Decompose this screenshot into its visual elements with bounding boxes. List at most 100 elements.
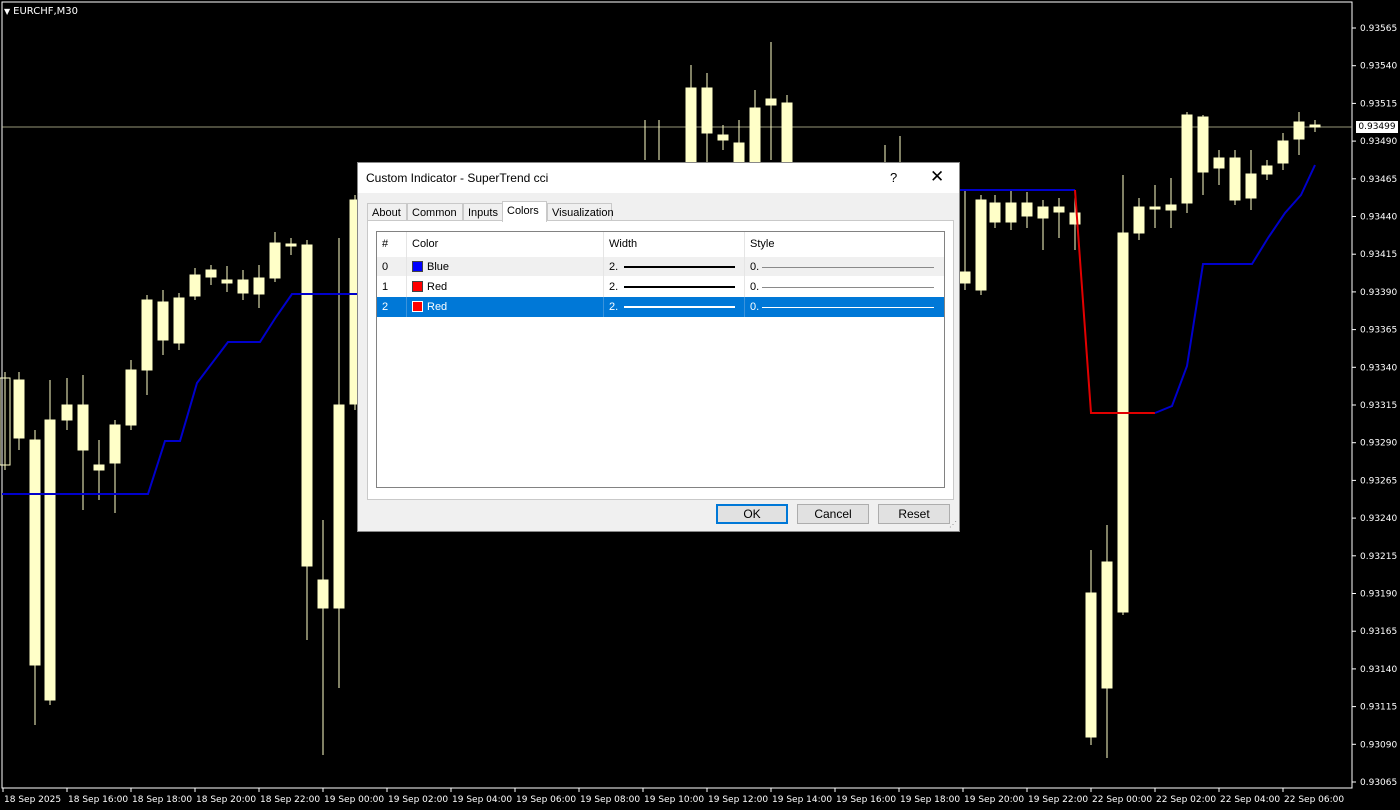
candle-body <box>44 419 56 701</box>
price-axis-label: 0.93515 <box>1360 99 1397 109</box>
time-axis-label: 18 Sep 18:00 <box>132 795 192 805</box>
close-icon[interactable]: ✕ <box>930 167 944 187</box>
candle-body <box>1149 206 1161 210</box>
time-axis-label: 18 Sep 16:00 <box>68 795 128 805</box>
symbol-label[interactable]: ▼ EURCHF,M30 <box>4 6 78 17</box>
candle-body <box>733 142 745 163</box>
time-axis-label: 18 Sep 2025 <box>4 795 61 805</box>
tab-colors[interactable]: Colors <box>502 201 547 222</box>
candle-body <box>157 301 169 341</box>
ok-button[interactable]: OK <box>716 504 788 524</box>
time-axis-label: 19 Sep 20:00 <box>964 795 1024 805</box>
candle-body <box>109 424 121 464</box>
style-line-preview <box>762 267 934 268</box>
dialog-title: Custom Indicator - SuperTrend cci <box>366 171 549 185</box>
candle-body <box>1133 206 1145 234</box>
candle-body <box>1165 204 1177 211</box>
width-cell[interactable]: 2. <box>604 297 745 317</box>
column-header-style[interactable]: Style <box>745 232 944 257</box>
price-axis-label: 0.93065 <box>1360 778 1397 788</box>
candle-body <box>1021 202 1033 217</box>
candle-body <box>1005 202 1017 223</box>
style-cell[interactable]: 0. <box>745 297 944 317</box>
width-value: 2. <box>609 301 619 313</box>
price-axis-label: 0.93365 <box>1360 326 1397 336</box>
candle-body <box>1085 592 1097 738</box>
candle-body <box>141 299 153 371</box>
time-axis-label: 22 Sep 02:00 <box>1156 795 1216 805</box>
candle-body <box>1101 561 1113 689</box>
candle-body <box>253 277 265 295</box>
width-value: 2. <box>609 281 619 293</box>
help-button[interactable]: ? <box>890 170 897 185</box>
candle-body <box>13 379 25 439</box>
time-axis-label: 19 Sep 10:00 <box>644 795 704 805</box>
resize-grip-icon[interactable]: ⋰ <box>949 521 957 529</box>
width-cell[interactable]: 2. <box>604 257 745 277</box>
style-cell[interactable]: 0. <box>745 257 944 277</box>
column-header-index[interactable]: # <box>377 232 407 257</box>
style-value: 0. <box>750 281 760 293</box>
color-name: Red <box>427 281 448 293</box>
color-cell[interactable]: Red <box>407 297 604 317</box>
color-swatch <box>412 281 423 292</box>
time-axis-label: 22 Sep 04:00 <box>1220 795 1280 805</box>
time-axis-label: 19 Sep 02:00 <box>388 795 448 805</box>
current-price-tag: 0.93499 <box>1356 121 1398 133</box>
candle-body <box>333 404 345 609</box>
cancel-button[interactable]: Cancel <box>797 504 869 524</box>
style-line-preview <box>762 287 934 288</box>
candle-body <box>959 271 971 284</box>
price-axis-label: 0.93115 <box>1360 703 1397 713</box>
price-axis-label: 0.93315 <box>1360 401 1397 411</box>
dialog-title-bar[interactable]: Custom Indicator - SuperTrend cci ? ✕ <box>358 163 959 193</box>
table-row[interactable]: 1 Red 2. 0. <box>377 277 944 297</box>
style-value: 0. <box>750 301 760 313</box>
table-row[interactable]: 0 Blue 2. 0. <box>377 257 944 277</box>
color-swatch <box>412 261 423 272</box>
price-axis-label: 0.93240 <box>1360 514 1397 524</box>
candle-body <box>1229 157 1241 201</box>
tab-inputs[interactable]: Inputs <box>463 203 503 221</box>
price-axis-label: 0.93340 <box>1360 363 1397 373</box>
price-axis-label: 0.93440 <box>1360 213 1397 223</box>
candle-body <box>61 404 73 421</box>
candle-body <box>77 404 89 451</box>
price-axis-label: 0.93140 <box>1360 665 1397 675</box>
colors-table: # Color Width Style 0 Blue 2. 0. 1 Red 2… <box>376 231 945 488</box>
custom-indicator-dialog: Custom Indicator - SuperTrend cci ? ✕ Ab… <box>357 162 960 532</box>
price-axis-label: 0.93490 <box>1360 137 1397 147</box>
style-line-preview <box>762 307 934 308</box>
dropdown-triangle-icon[interactable]: ▼ <box>4 7 10 16</box>
row-index: 2 <box>377 297 407 317</box>
candle-body <box>1293 121 1305 140</box>
candle-body <box>173 297 185 344</box>
candle-body <box>317 579 329 609</box>
price-axis-label: 0.93465 <box>1360 175 1397 185</box>
time-axis-label: 19 Sep 08:00 <box>580 795 640 805</box>
candle-body <box>1261 165 1273 175</box>
candle-body <box>237 279 249 294</box>
candle-body <box>285 243 297 247</box>
candle-body <box>781 102 793 163</box>
price-axis-label: 0.93415 <box>1360 250 1397 260</box>
candle-body <box>1053 206 1065 213</box>
width-cell[interactable]: 2. <box>604 277 745 297</box>
table-row-selected[interactable]: 2 Red 2. 0. <box>377 297 944 317</box>
tab-visualization[interactable]: Visualization <box>547 203 614 221</box>
row-index: 0 <box>377 257 407 277</box>
column-header-color[interactable]: Color <box>407 232 604 257</box>
price-axis-label: 0.93540 <box>1360 62 1397 72</box>
color-cell[interactable]: Blue <box>407 257 604 277</box>
column-header-width[interactable]: Width <box>604 232 745 257</box>
tab-about[interactable]: About <box>367 203 407 221</box>
color-cell[interactable]: Red <box>407 277 604 297</box>
reset-button[interactable]: Reset <box>878 504 950 524</box>
width-line-preview <box>624 286 735 288</box>
price-axis-label: 0.93265 <box>1360 476 1397 486</box>
style-cell[interactable]: 0. <box>745 277 944 297</box>
tab-common[interactable]: Common <box>407 203 463 221</box>
time-axis-label: 19 Sep 18:00 <box>900 795 960 805</box>
candle-body <box>205 269 217 278</box>
candle-body <box>1245 173 1257 199</box>
